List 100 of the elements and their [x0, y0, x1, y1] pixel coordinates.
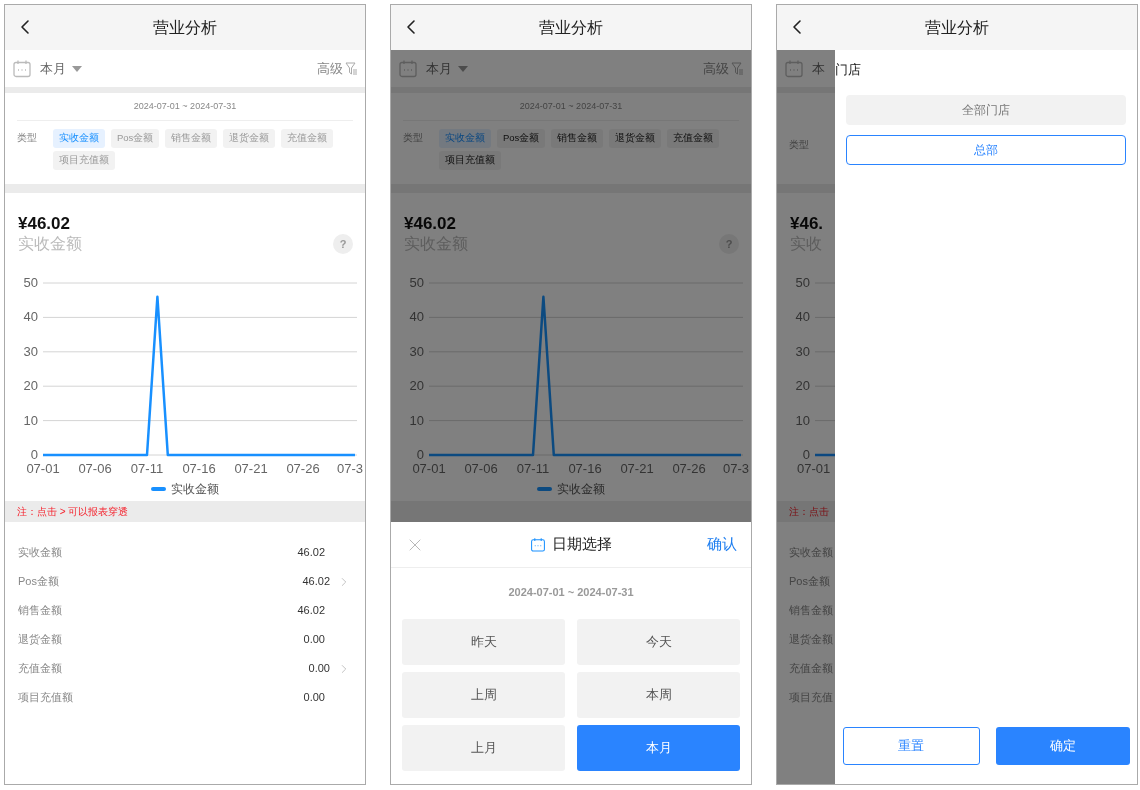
date-option[interactable]: 昨天 [402, 618, 565, 665]
axis-label: 30 [23, 343, 38, 359]
drilldown-note: 注：点击 > 可以报表穿透 [17, 505, 129, 519]
legend-label: 实收金额 [171, 481, 219, 498]
help-icon[interactable]: ? [333, 234, 353, 254]
calendar-icon [784, 58, 804, 79]
caret-icon [458, 65, 468, 72]
axis-label: 20 [23, 378, 38, 394]
drawer-title: 门店 [835, 61, 862, 79]
sheet-title: 日期选择 [552, 534, 612, 555]
confirm-button[interactable]: 确认 [707, 533, 737, 556]
metric-label: 退货金额 [18, 632, 62, 648]
filter-icon [731, 62, 744, 75]
page-title: 营业分析 [539, 17, 603, 38]
total-amount: ¥46. [790, 214, 825, 234]
metric-value: 0.00 [303, 632, 325, 648]
ok-button[interactable]: 确定 [995, 727, 1130, 765]
axis-label: 07-3 [336, 461, 363, 476]
axis-label: 0 [802, 447, 810, 462]
axis-label: 10 [23, 412, 38, 428]
drilldown-note: 注：点击 [789, 505, 829, 519]
period-text: 本 [812, 59, 825, 78]
metric-label: 销售金额 [18, 603, 62, 619]
store-option[interactable]: 总部 [846, 134, 1126, 165]
metric-value: 0.00 [308, 661, 330, 677]
axis-label: 07-06 [78, 461, 112, 476]
axis-label: 0 [30, 447, 38, 462]
advanced-filter-button[interactable]: 高级 [317, 58, 358, 79]
date-option[interactable]: 上周 [402, 671, 565, 718]
calendar-icon [398, 58, 418, 79]
type-chip[interactable]: 退货金额 [223, 128, 276, 148]
filter-icon [345, 62, 358, 75]
legend-label: 实收金额 [557, 481, 605, 498]
metric-label: Pos金额 [18, 574, 59, 590]
page-title: 营业分析 [925, 17, 989, 38]
axis-label: 50 [23, 275, 38, 290]
legend-swatch-icon [537, 487, 552, 491]
date-range: 2024-07-01 ~ 2024-07-31 [17, 93, 353, 121]
axis-label: 50 [409, 275, 424, 290]
type-chip[interactable]: 充值金额 [281, 128, 334, 148]
axis-label: 07-16 [568, 461, 602, 476]
advanced-filter-button[interactable]: 高级 [703, 58, 744, 79]
date-option[interactable]: 上月 [402, 724, 565, 771]
axis-label: 20 [409, 378, 424, 394]
calendar-icon [530, 536, 546, 553]
metric-label: 实收金额 [18, 545, 62, 561]
date-option[interactable]: 本月 [577, 724, 740, 771]
date-option[interactable]: 本周 [577, 671, 740, 718]
type-chip[interactable]: Pos金额 [111, 128, 160, 148]
type-chip[interactable]: 退货金额 [609, 128, 662, 148]
date-option[interactable]: 今天 [577, 618, 740, 665]
help-icon[interactable]: ? [719, 234, 739, 254]
axis-label: 30 [409, 343, 424, 359]
section-separator [777, 184, 835, 193]
metric-value: 46.02 [297, 545, 325, 561]
axis-label: 07-11 [130, 461, 164, 476]
metric-value: 46.02 [302, 574, 330, 590]
type-chip[interactable]: 实收金额 [439, 128, 491, 148]
type-chip[interactable]: 充值金额 [667, 128, 720, 148]
axis-label: 07-21 [620, 461, 654, 476]
store-option[interactable]: 全部门店 [846, 94, 1126, 125]
axis-label: 07-06 [464, 461, 498, 476]
caret-icon [72, 65, 82, 72]
axis-label: 0 [416, 447, 424, 462]
date-range: 2024-07-01 ~ 2024-07-31 [403, 93, 739, 121]
type-chip[interactable]: 项目充值额 [53, 150, 115, 170]
type-chip[interactable]: Pos金额 [497, 128, 546, 148]
total-amount: ¥46.02 [404, 214, 456, 234]
calendar-icon [12, 58, 32, 79]
metric-value: 46.02 [297, 603, 325, 619]
reset-button[interactable]: 重置 [843, 727, 980, 765]
sheet-date-range: 2024-07-01 ~ 2024-07-31 [507, 585, 635, 600]
axis-label: 07-16 [182, 461, 216, 476]
metric-label: 充值金额 [18, 661, 62, 677]
legend-swatch-icon [151, 487, 166, 491]
axis-label: 07-3 [722, 461, 749, 476]
axis-label: 30 [795, 343, 810, 359]
period-dropdown[interactable]: 本月 [40, 58, 82, 79]
axis-label: 40 [23, 309, 38, 325]
total-amount: ¥46.02 [18, 214, 70, 234]
type-chip[interactable]: 项目充值额 [439, 150, 501, 170]
axis-label: 07-01 [412, 461, 446, 476]
type-chip[interactable]: 销售金额 [551, 128, 604, 148]
axis-label: 07-11 [516, 461, 550, 476]
type-chip[interactable]: 实收金额 [53, 128, 105, 148]
axis-label: 07-26 [672, 461, 706, 476]
axis-label: 07-26 [286, 461, 320, 476]
axis-label: 40 [795, 309, 810, 325]
type-chip[interactable]: 销售金额 [165, 128, 218, 148]
period-dropdown[interactable]: 本月 [426, 58, 468, 79]
metric-value: 0.00 [303, 690, 325, 706]
amount-label: 实收金额 [18, 234, 82, 254]
page-title: 营业分析 [153, 17, 217, 38]
axis-label: 10 [795, 412, 810, 428]
axis-label: 10 [409, 412, 424, 428]
axis-label: 20 [795, 378, 810, 394]
chart-line [815, 453, 835, 457]
type-label: 类型 [17, 130, 38, 145]
axis-label: 07-01 [26, 461, 60, 476]
section-separator [777, 87, 835, 93]
